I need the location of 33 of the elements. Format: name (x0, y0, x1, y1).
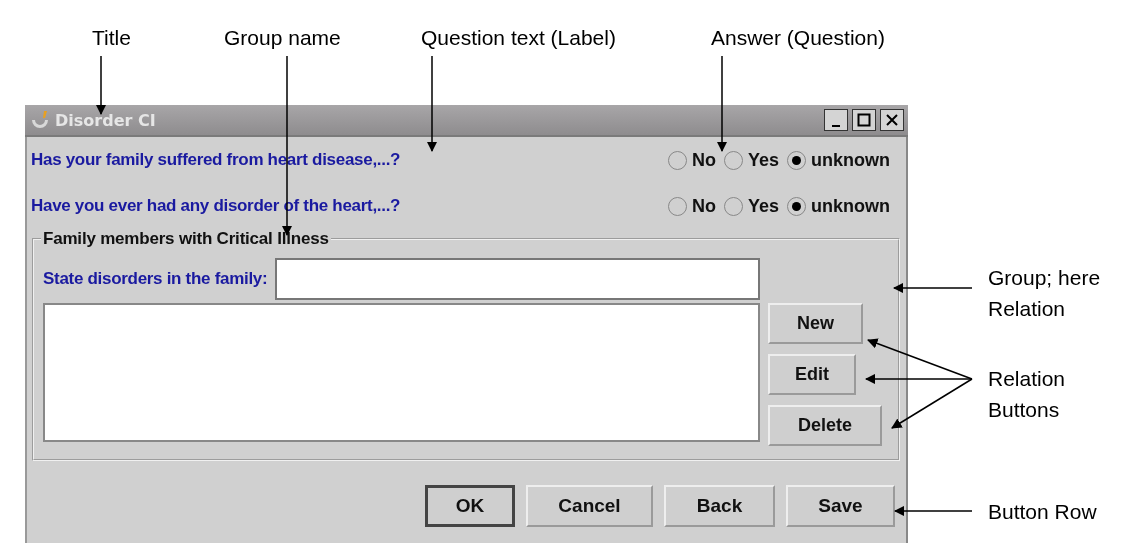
arrow (95, 55, 107, 116)
radio-option[interactable]: Yes (723, 149, 779, 171)
annotation-label: Title (92, 25, 131, 51)
close-button[interactable] (880, 109, 904, 131)
input-field[interactable] (275, 258, 760, 300)
radio-option[interactable]: unknown (787, 149, 890, 171)
close-icon (885, 113, 899, 127)
relation-button[interactable]: Edit (768, 354, 856, 395)
annotation-label: Group name (224, 25, 341, 51)
annotation-label: Relation Buttons (988, 366, 1067, 423)
radio-option[interactable]: No (667, 195, 716, 217)
dialog-button[interactable]: Back (664, 485, 775, 527)
annotation-label: Button Row (988, 499, 1097, 525)
annotation-label: Group; here Relation (988, 265, 1102, 322)
list-box[interactable] (43, 303, 760, 442)
window-title: Disorder CI (55, 110, 157, 130)
relation-button[interactable]: Delete (768, 405, 882, 446)
radio-option[interactable]: Yes (723, 195, 779, 217)
annotation-label: Answer (Question) (711, 25, 885, 51)
minimize-icon (832, 125, 840, 127)
minimize-button[interactable] (824, 109, 848, 131)
radio-option[interactable]: No (667, 149, 716, 171)
annotation-label: Question text (Label) (421, 25, 616, 51)
dialog-button[interactable]: Save (786, 485, 895, 527)
relation-button[interactable]: New (768, 303, 863, 344)
maximize-button[interactable] (852, 109, 876, 131)
field-label: State disorders in the family: (43, 269, 268, 289)
dialog-button[interactable]: Cancel (526, 485, 653, 527)
group-title: Family members with Critical Illness (42, 229, 330, 249)
dialog-button[interactable]: OK (425, 485, 515, 527)
maximize-icon (857, 113, 871, 127)
app-icon (29, 109, 51, 131)
radio-option[interactable]: unknown (787, 195, 890, 217)
